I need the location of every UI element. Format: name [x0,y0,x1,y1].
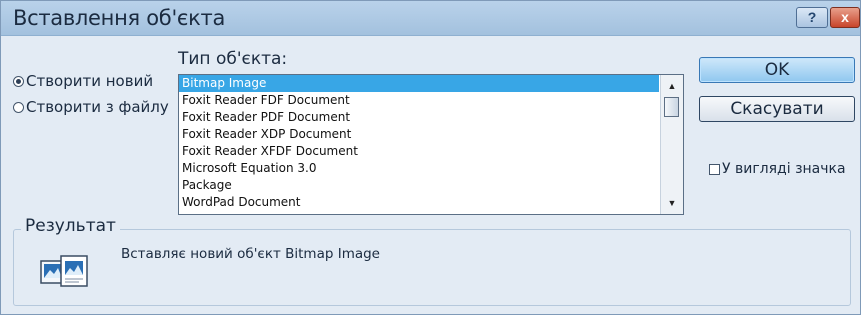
radio-create-from-file[interactable]: Створити з файлу [13,98,169,116]
bitmap-image-icon [40,255,88,287]
close-button[interactable]: x [830,7,860,28]
cancel-button[interactable]: Скасувати [699,96,855,122]
list-item[interactable]: Foxit Reader FDF Document [179,92,659,109]
list-scrollbar[interactable]: ▲ ▼ [660,75,683,214]
list-item[interactable]: Microsoft Equation 3.0 [179,160,659,177]
dialog-title: Вставлення об'єкта [13,6,226,30]
list-item[interactable]: Foxit Reader XFDF Document [179,143,659,160]
radio-indicator-create-from-file[interactable] [13,101,24,113]
result-label: Результат [21,216,120,236]
result-group [13,229,851,306]
list-item[interactable]: Foxit Reader PDF Document [179,109,659,126]
radio-label-create-from-file: Створити з файлу [26,98,169,116]
list-item[interactable]: Package [179,177,659,194]
object-type-label: Тип об'єкта: [178,49,288,69]
scrollbar-thumb[interactable] [664,97,679,117]
help-button[interactable]: ? [796,7,828,28]
insert-object-dialog: Вставлення об'єкта ? x Створити новий Ст… [0,0,861,315]
radio-create-new[interactable]: Створити новий [13,72,153,90]
scroll-up-arrow-icon[interactable]: ▲ [661,78,683,94]
display-as-icon-checkbox-row[interactable]: У вигляді значка [709,161,846,177]
list-item[interactable]: Bitmap Image [179,75,659,92]
object-type-list[interactable]: Bitmap Image Foxit Reader FDF Document F… [178,74,684,215]
list-item[interactable]: WordPad Document [179,194,659,211]
close-icon: x [841,9,849,25]
ok-button[interactable]: OK [699,57,855,83]
result-description: Вставляє новий об'єкт Bitmap Image [121,246,380,262]
radio-indicator-create-new[interactable] [13,75,24,87]
display-as-icon-checkbox[interactable] [709,163,720,175]
display-as-icon-label: У вигляді значка [722,161,846,177]
scroll-down-arrow-icon[interactable]: ▼ [661,195,683,211]
radio-label-create-new: Створити новий [26,72,154,90]
help-icon: ? [807,9,817,25]
title-bar: Вставлення об'єкта ? x [1,1,860,36]
list-item[interactable]: Foxit Reader XDP Document [179,126,659,143]
